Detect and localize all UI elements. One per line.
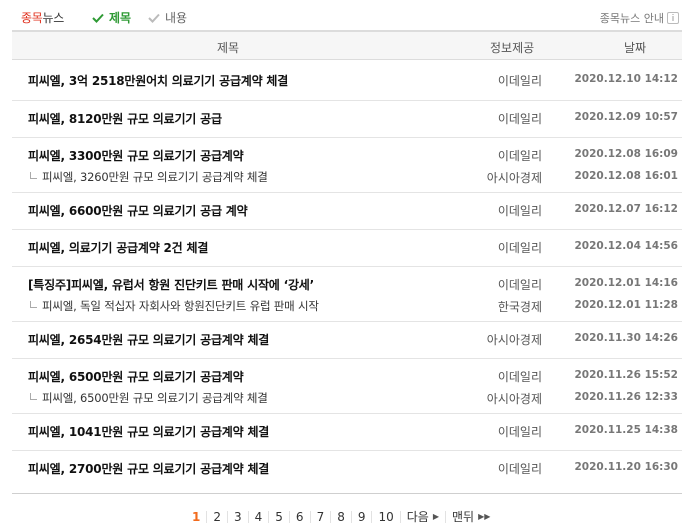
- related-news-title: 피씨엘, 독일 적십자 자회사와 항원진단키트 유럽 판매 시작: [42, 299, 319, 313]
- table-row: 피씨엘, 의료기기 공급계약 2건 체결 이데일리 2020.12.04 14:…: [12, 230, 682, 267]
- news-source: 이데일리: [497, 370, 542, 384]
- table-row: 피씨엘, 6500만원 규모 의료기기 공급계약 이데일리 2020.11.26…: [12, 359, 682, 414]
- news-source: 이데일리: [497, 74, 542, 88]
- news-date: 2020.11.20 16:30: [574, 461, 678, 473]
- table-row: 피씨엘, 3300만원 규모 의료기기 공급계약 이데일리 2020.12.08…: [12, 138, 682, 193]
- news-date: 2020.12.04 14:56: [574, 240, 678, 252]
- news-source: 아시아경제: [486, 333, 542, 347]
- page-link-6[interactable]: 6: [288, 511, 310, 523]
- news-title-link[interactable]: [특징주]피씨엘, 유럽서 항원 진단키트 판매 시작에 ‘강세’: [28, 276, 314, 293]
- arrow-right-icon: ▶: [432, 512, 440, 521]
- news-date: 2020.12.07 16:12: [574, 203, 678, 215]
- related-news-link[interactable]: 피씨엘, 6500만원 규모 의료기기 공급계약 체결: [28, 390, 268, 406]
- sub-item-icon: [30, 172, 37, 179]
- news-date: 2020.11.25 14:38: [574, 424, 678, 436]
- news-date: 2020.11.26 15:52: [574, 369, 678, 381]
- page-link-3[interactable]: 3: [227, 511, 248, 523]
- news-source: 이데일리: [497, 425, 542, 439]
- stock-news-tab-accent: 종목: [21, 11, 43, 25]
- news-date: 2020.12.01 11:28: [574, 299, 678, 311]
- pagination: 1 2 3 4 5 6 7 8 9 10 다음 ▶ 맨뒤 ▶▶: [186, 511, 496, 523]
- page-link-1[interactable]: 1: [186, 511, 206, 523]
- related-news-link[interactable]: 피씨엘, 독일 적십자 자회사와 항원진단키트 유럽 판매 시작: [28, 298, 319, 314]
- news-title-link[interactable]: 피씨엘, 2654만원 규모 의료기기 공급계약 체결: [28, 331, 269, 348]
- table-row: 피씨엘, 1041만원 규모 의료기기 공급계약 체결 이데일리 2020.11…: [12, 414, 682, 451]
- table-header: 제목 정보제공 날짜: [12, 30, 682, 60]
- header-title: 제목: [217, 41, 240, 55]
- header-date: 날짜: [624, 41, 647, 55]
- table-row: 피씨엘, 3억 2518만원어치 의료기기 공급계약 체결 이데일리 2020.…: [12, 64, 682, 101]
- news-list: 피씨엘, 3억 2518만원어치 의료기기 공급계약 체결 이데일리 2020.…: [12, 64, 682, 488]
- news-source: 아시아경제: [486, 171, 542, 185]
- stock-news-tab[interactable]: 종목뉴스: [21, 9, 64, 26]
- header-source: 정보제공: [490, 41, 535, 55]
- table-row: 피씨엘, 8120만원 규모 의료기기 공급 이데일리 2020.12.09 1…: [12, 101, 682, 138]
- news-title-link[interactable]: 피씨엘, 1041만원 규모 의료기기 공급계약 체결: [28, 423, 269, 440]
- filter-title[interactable]: 제목: [92, 9, 131, 26]
- news-title-link[interactable]: 피씨엘, 3억 2518만원어치 의료기기 공급계약 체결: [28, 72, 288, 89]
- news-date: 2020.12.08 16:09: [574, 148, 678, 160]
- filter-content[interactable]: 내용: [148, 9, 187, 26]
- table-row: 피씨엘, 6600만원 규모 의료기기 공급 계약 이데일리 2020.12.0…: [12, 193, 682, 230]
- last-page-button[interactable]: 맨뒤 ▶▶: [445, 511, 496, 523]
- page-link-5[interactable]: 5: [268, 511, 289, 523]
- page-link-8[interactable]: 8: [330, 511, 351, 523]
- next-page-button[interactable]: 다음 ▶: [399, 510, 445, 524]
- news-date: 2020.11.26 12:33: [574, 391, 678, 403]
- next-page-label: 다음: [406, 510, 429, 524]
- news-title-link[interactable]: 피씨엘, 8120만원 규모 의료기기 공급: [28, 110, 222, 127]
- filter-content-label: 내용: [165, 11, 188, 25]
- sub-item-icon: [30, 301, 37, 308]
- related-news-title: 피씨엘, 3260만원 규모 의료기기 공급계약 체결: [42, 170, 268, 184]
- news-source: 이데일리: [497, 462, 542, 476]
- news-date: 2020.11.30 14:26: [574, 332, 678, 344]
- related-news-title: 피씨엘, 6500만원 규모 의료기기 공급계약 체결: [42, 391, 268, 405]
- info-icon: i: [667, 12, 679, 24]
- page-link-2[interactable]: 2: [206, 511, 227, 523]
- news-title-link[interactable]: 피씨엘, 의료기기 공급계약 2건 체결: [28, 239, 208, 256]
- news-date: 2020.12.01 14:16: [574, 277, 678, 289]
- filter-title-label: 제목: [109, 11, 132, 25]
- double-arrow-right-icon: ▶▶: [478, 512, 491, 521]
- news-source: 한국경제: [497, 300, 542, 314]
- page-link-10[interactable]: 10: [371, 511, 399, 523]
- table-row: 피씨엘, 2654만원 규모 의료기기 공급계약 체결 아시아경제 2020.1…: [12, 322, 682, 359]
- table-row: [특징주]피씨엘, 유럽서 항원 진단키트 판매 시작에 ‘강세’ 이데일리 2…: [12, 267, 682, 322]
- table-row: 피씨엘, 2700만원 규모 의료기기 공급계약 체결 이데일리 2020.11…: [12, 451, 682, 488]
- related-news-link[interactable]: 피씨엘, 3260만원 규모 의료기기 공급계약 체결: [28, 169, 268, 185]
- news-topbar: 종목뉴스 제목 내용 종목뉴스 안내 i: [0, 0, 694, 30]
- check-icon: [148, 13, 160, 23]
- table-bottom-divider: [12, 493, 682, 494]
- sub-item-icon: [30, 393, 37, 400]
- page-link-4[interactable]: 4: [247, 511, 269, 523]
- stock-news-guide-link[interactable]: 종목뉴스 안내 i: [600, 10, 679, 26]
- news-source: 이데일리: [497, 278, 542, 292]
- news-source: 이데일리: [497, 204, 542, 218]
- news-title-link[interactable]: 피씨엘, 3300만원 규모 의료기기 공급계약: [28, 147, 244, 164]
- news-source: 이데일리: [497, 112, 542, 126]
- last-page-label: 맨뒤: [452, 510, 475, 524]
- news-title-link[interactable]: 피씨엘, 2700만원 규모 의료기기 공급계약 체결: [28, 460, 269, 477]
- news-source: 아시아경제: [486, 392, 542, 406]
- news-source: 이데일리: [497, 241, 542, 255]
- guide-label: 종목뉴스 안내: [599, 12, 664, 25]
- stock-news-tab-rest: 뉴스: [42, 11, 64, 25]
- news-title-link[interactable]: 피씨엘, 6600만원 규모 의료기기 공급 계약: [28, 202, 248, 219]
- news-date: 2020.12.10 14:12: [574, 73, 678, 85]
- news-source: 이데일리: [497, 149, 542, 163]
- news-date: 2020.12.08 16:01: [574, 170, 678, 182]
- page-link-9[interactable]: 9: [350, 511, 372, 523]
- news-date: 2020.12.09 10:57: [574, 111, 678, 123]
- news-title-link[interactable]: 피씨엘, 6500만원 규모 의료기기 공급계약: [28, 368, 244, 385]
- check-icon: [92, 13, 104, 23]
- page-link-7[interactable]: 7: [309, 511, 331, 523]
